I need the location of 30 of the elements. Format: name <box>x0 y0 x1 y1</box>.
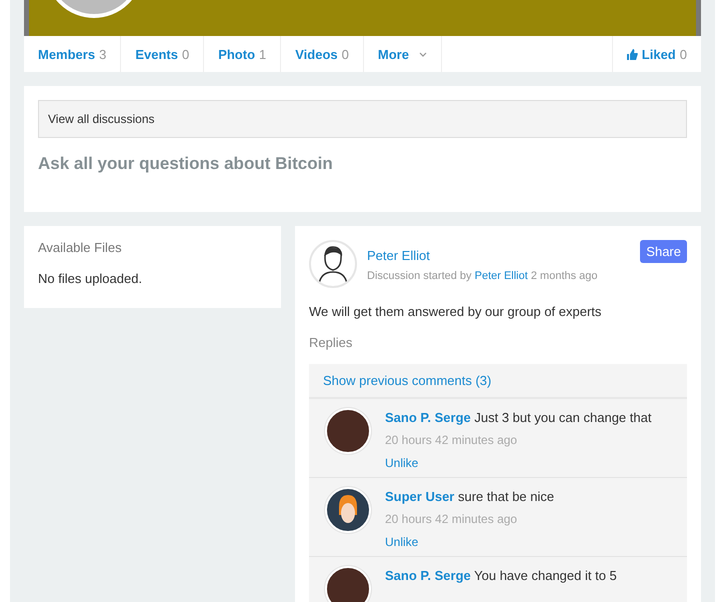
nav-tab[interactable]: Videos 0 <box>281 36 364 72</box>
discussion-meta-text: Discussion started by Peter Elliot 2 months ago <box>367 270 599 282</box>
nav-tab[interactable]: Members 3 <box>24 36 122 72</box>
replies-label: Replies <box>309 335 354 350</box>
discussion-title: Ask all your questions about Bitcoin <box>38 154 334 174</box>
comment-text: Sano P. Serge You have changed it to 5 <box>385 568 617 583</box>
comment-text: Super User sure that be nice <box>385 489 554 504</box>
liked-tab[interactable]: Liked 0 <box>612 36 701 72</box>
nav-tab[interactable]: Events 0 <box>121 36 204 72</box>
author-name-link[interactable]: Peter Elliot <box>367 248 430 263</box>
nav-tab[interactable]: Photo 1 <box>204 36 282 72</box>
comment-time: 20 hours 42 minutes ago <box>385 433 518 447</box>
show-previous-comments-link[interactable]: Show previous comments (3) <box>309 364 687 399</box>
share-button[interactable]: Share <box>640 240 687 263</box>
unlike-link[interactable]: Unlike <box>385 535 554 549</box>
unlike-link[interactable]: Unlike <box>385 456 652 470</box>
commenter-link[interactable]: Sano P. Serge <box>385 568 471 583</box>
chevron-down-icon <box>418 52 427 56</box>
comment-text: Sano P. Serge Just 3 but you can change that <box>385 410 652 425</box>
commenter-link[interactable]: Sano P. Serge <box>385 410 471 425</box>
thumbs-up-icon <box>626 48 638 60</box>
no-files-text: No files uploaded. <box>38 271 144 288</box>
comment-time: 20 hours 42 minutes ago <box>385 512 518 526</box>
commenter-link[interactable]: Super User <box>385 489 454 504</box>
photo-placeholder <box>325 408 371 454</box>
files-title: Available Files <box>38 240 123 255</box>
author-link[interactable]: Peter Elliot <box>474 270 528 282</box>
post-body: We will get them answered by our group of experts <box>309 304 602 319</box>
more-tab[interactable]: More <box>364 36 442 72</box>
view-all-discussions-link[interactable]: View all discussions <box>38 100 687 138</box>
